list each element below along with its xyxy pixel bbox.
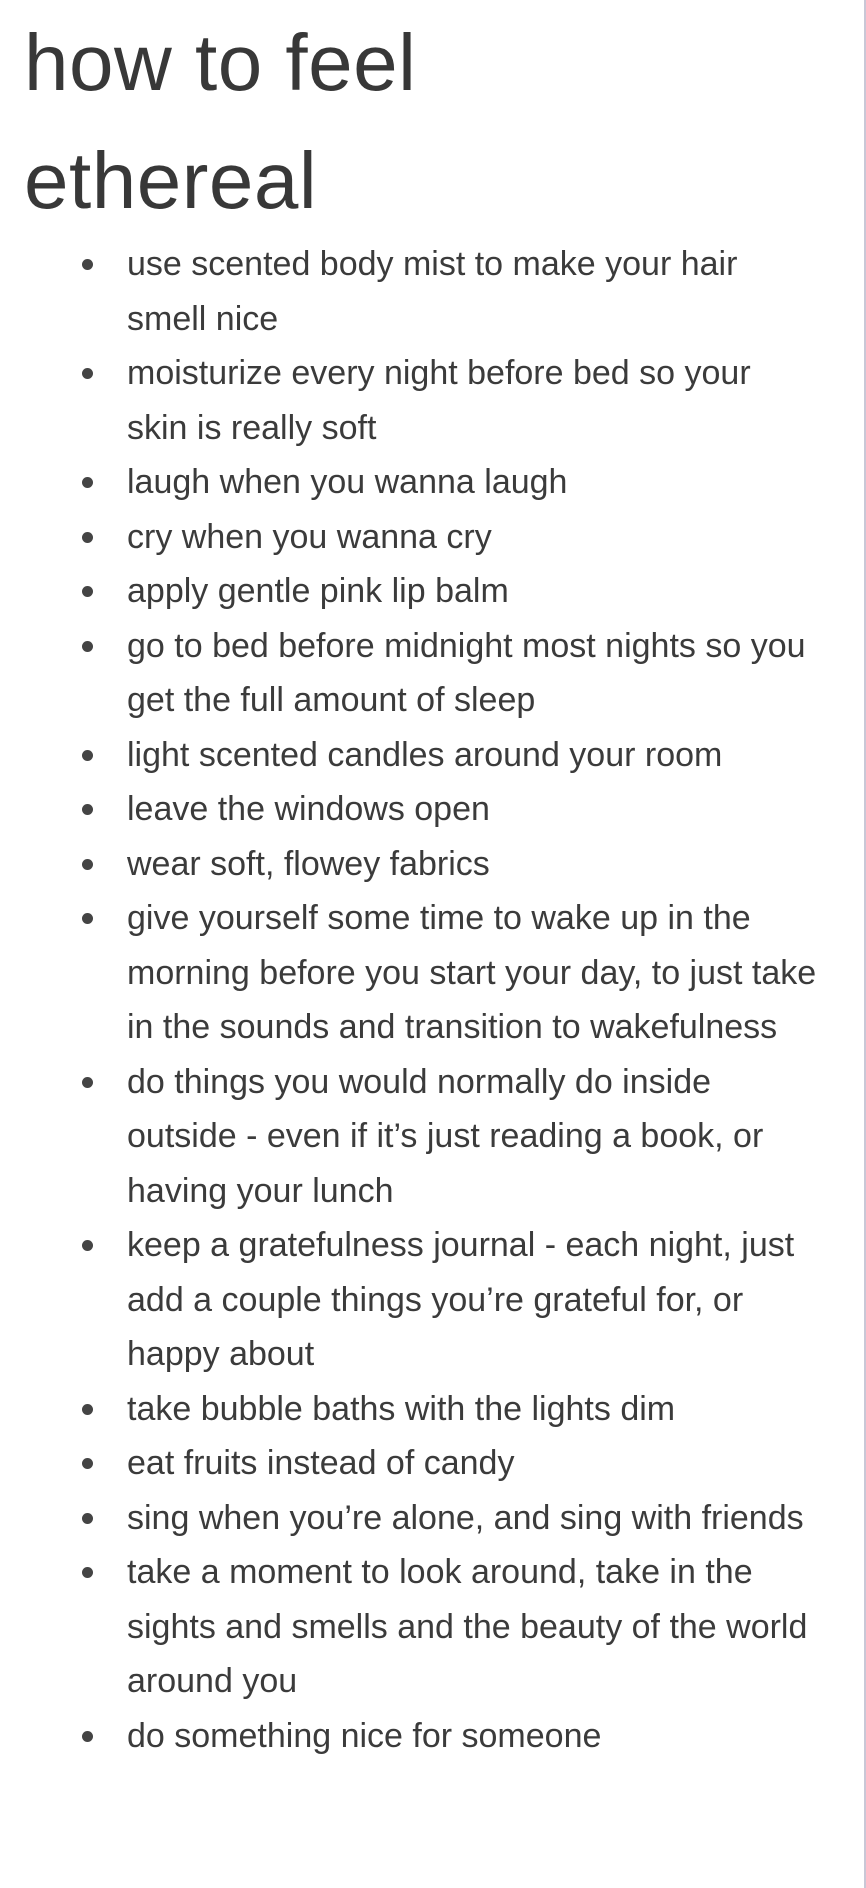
list-item: keep a gratefulness journal - each night… xyxy=(0,1218,846,1382)
bullet-icon xyxy=(82,259,93,270)
list-item-text: moisturize every night before bed so you… xyxy=(127,354,751,447)
list-item-text: eat fruits instead of candy xyxy=(127,1444,515,1482)
list-item: moisturize every night before bed so you… xyxy=(0,346,846,455)
bullet-icon xyxy=(82,1458,93,1469)
list-item-text: do things you would normally do inside o… xyxy=(127,1062,764,1210)
list-item: eat fruits instead of candy xyxy=(0,1436,846,1491)
list-item-text: laugh when you wanna laugh xyxy=(127,463,568,501)
list-item-text: wear soft, flowey fabrics xyxy=(127,844,490,883)
list-item-text: light scented candles around your room xyxy=(127,735,723,774)
bullet-icon xyxy=(82,586,93,597)
list-item-text: do something nice for someone xyxy=(127,1716,602,1755)
list-item: leave the windows open xyxy=(0,782,846,837)
list-item: give yourself some time to wake up in th… xyxy=(0,891,846,1055)
document-page: how to feel ethereal use scented body mi… xyxy=(0,0,866,1888)
list-item: do something nice for someone xyxy=(0,1709,846,1764)
bullet-icon xyxy=(82,531,93,543)
bullet-icon xyxy=(82,1403,93,1415)
bullet-icon xyxy=(82,913,93,924)
bullet-icon xyxy=(82,640,93,652)
list-item: laugh when you wanna laugh xyxy=(0,455,846,510)
list-item: sing when you’re alone, and sing with fr… xyxy=(0,1491,846,1546)
bullet-icon xyxy=(82,477,93,488)
bullet-icon xyxy=(82,1730,93,1742)
list-item: go to bed before midnight most nights so… xyxy=(0,619,846,728)
title-line-2: ethereal xyxy=(24,136,318,225)
bullet-icon xyxy=(82,368,93,379)
list-item: wear soft, flowey fabrics xyxy=(0,837,846,892)
bullet-icon xyxy=(82,749,93,761)
list-item: use scented body mist to make your hair … xyxy=(0,237,846,346)
tips-list: use scented body mist to make your hair … xyxy=(0,237,846,1763)
list-item-text: leave the windows open xyxy=(127,790,490,828)
bullet-icon xyxy=(82,804,93,815)
bullet-icon xyxy=(82,1076,93,1088)
bullet-icon xyxy=(82,1240,93,1251)
list-item-text: keep a gratefulness journal - each night… xyxy=(127,1226,795,1373)
page-title: how to feel ethereal xyxy=(24,4,784,240)
bullet-icon xyxy=(82,1567,93,1578)
list-item-text: go to bed before midnight most nights so… xyxy=(127,626,806,720)
bullet-icon xyxy=(82,858,93,870)
list-item-text: apply gentle pink lip balm xyxy=(127,572,509,610)
list-item-text: take bubble baths with the lights dim xyxy=(127,1389,676,1428)
list-item: take a moment to look around, take in th… xyxy=(0,1545,846,1709)
list-item-text: take a moment to look around, take in th… xyxy=(127,1553,808,1700)
list-item-text: cry when you wanna cry xyxy=(127,517,492,556)
list-item: take bubble baths with the lights dim xyxy=(0,1382,846,1437)
list-item: light scented candles around your room xyxy=(0,728,846,783)
list-item-text: give yourself some time to wake up in th… xyxy=(127,899,817,1046)
list-item-text: use scented body mist to make your hair … xyxy=(127,245,738,338)
bullet-icon xyxy=(82,1512,93,1524)
list-item: do things you would normally do inside o… xyxy=(0,1055,846,1219)
list-item: apply gentle pink lip balm xyxy=(0,564,846,619)
list-item-text: sing when you’re alone, and sing with fr… xyxy=(127,1498,804,1537)
title-line-1: how to feel xyxy=(24,18,417,107)
list-item: cry when you wanna cry xyxy=(0,510,846,565)
